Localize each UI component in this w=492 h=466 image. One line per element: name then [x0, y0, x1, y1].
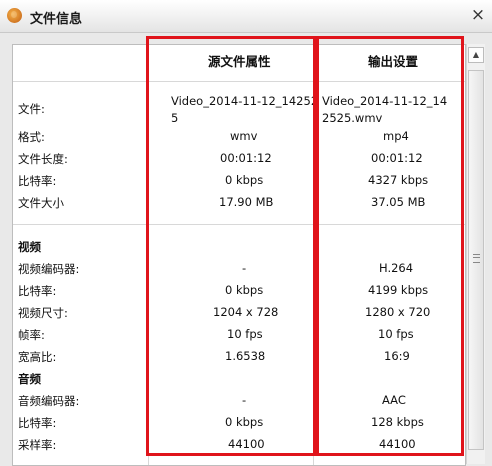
video-dimensions-label: 视频尺寸: [18, 306, 68, 320]
grip-icon [473, 254, 480, 263]
vertical-scrollbar[interactable]: ▲ [466, 44, 485, 464]
bitrate-label: 比特率: [18, 174, 57, 188]
format-label: 格式: [18, 130, 45, 144]
samplerate-label: 采样率: [18, 438, 57, 452]
audio-codec-label: 音频编码器: [18, 394, 80, 408]
framerate-label: 帧率: [18, 328, 45, 342]
video-codec-label: 视频编码器: [18, 262, 80, 276]
scroll-up-icon[interactable]: ▲ [468, 47, 484, 63]
close-icon[interactable]: × [469, 6, 487, 24]
source-column-highlight [146, 36, 316, 456]
window-title: 文件信息 [30, 12, 83, 27]
duration-label: 文件长度: [18, 152, 68, 166]
video-section-heading: 视频 [18, 240, 41, 254]
audio-section-heading: 音频 [18, 372, 41, 386]
size-label: 文件大小 [18, 196, 64, 210]
aspect-ratio-label: 宽高比: [18, 350, 57, 364]
scrollbar-thumb[interactable] [468, 70, 484, 450]
video-bitrate-label: 比特率: [18, 284, 57, 298]
output-column-highlight [316, 36, 464, 456]
app-logo-icon [7, 8, 22, 23]
title-bar: 文件信息 × [0, 0, 492, 33]
audio-bitrate-label: 比特率: [18, 416, 57, 430]
file-label: 文件: [18, 102, 45, 116]
